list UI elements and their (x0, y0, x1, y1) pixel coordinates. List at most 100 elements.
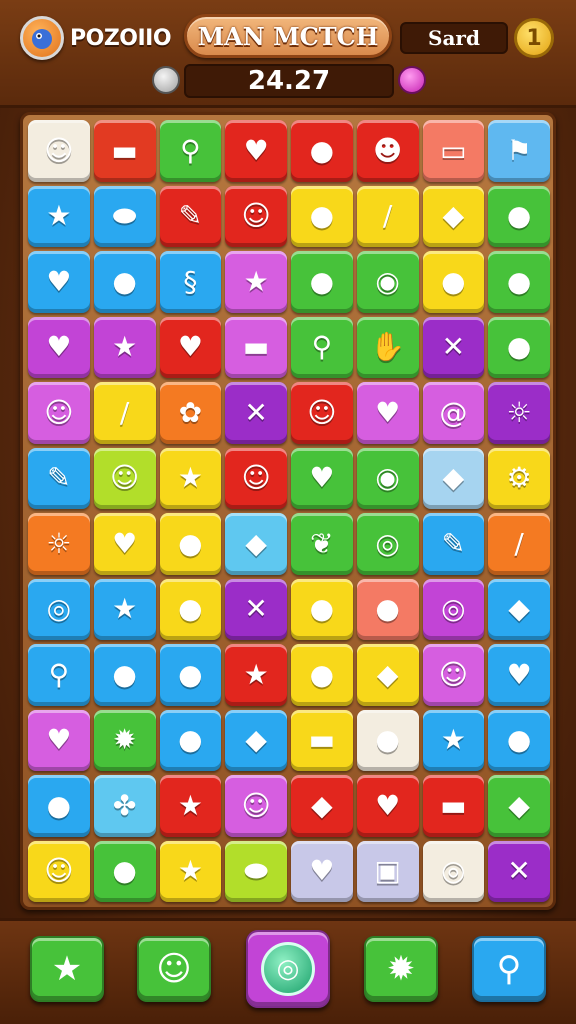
tile-yellow-face[interactable]: ☺ (225, 775, 287, 837)
tile-blue-ring[interactable]: ◎ (422, 578, 485, 640)
tile-red-face[interactable]: ☻ (356, 120, 419, 182)
tile-red-heart[interactable]: ♥ (28, 709, 90, 771)
tile-green-lollipop[interactable]: ⚲ (28, 644, 90, 706)
tile-yellow-blob[interactable]: ● (488, 316, 550, 378)
tile-purple-drop[interactable]: ● (291, 185, 353, 247)
tile-orange-heart[interactable]: ♥ (488, 644, 550, 706)
tile-yellow-diamond[interactable]: ◆ (488, 775, 550, 837)
tile-leaf-lolly[interactable]: ✿ (159, 382, 222, 444)
tile-red-star[interactable]: ★ (159, 840, 222, 902)
tile-purple-candy[interactable]: ✤ (93, 775, 156, 837)
tile-blue-bar[interactable]: ▬ (225, 316, 287, 378)
tile-blue-apple[interactable]: ● (93, 840, 156, 902)
tile-purple-blob[interactable]: ● (159, 644, 222, 706)
tile-green-star[interactable]: ★ (93, 578, 156, 640)
tile-yellow-hand[interactable]: ✋ (356, 316, 419, 378)
tile-yellow-face[interactable]: ☺ (28, 382, 90, 444)
tile-white-egg[interactable]: ● (291, 644, 353, 706)
tile-purple-heart[interactable]: ♥ (291, 840, 353, 902)
tile-yellow-star[interactable]: ★ (28, 185, 90, 247)
tile-purple-blob[interactable]: ● (159, 709, 222, 771)
player-avatar[interactable] (20, 16, 64, 60)
tile-face[interactable]: ☺ (93, 447, 156, 509)
tile-orange-fruit[interactable]: ● (93, 251, 156, 313)
tile-x-mark[interactable]: ✕ (225, 578, 287, 640)
tile-green-creature[interactable]: ◉ (356, 251, 419, 313)
tile-swords[interactable]: ✕ (488, 840, 550, 902)
tile-yellow-face[interactable]: ☺ (225, 185, 287, 247)
tile-cherries[interactable]: ● (488, 251, 550, 313)
tile-pencil[interactable]: ✎ (422, 513, 485, 575)
tile-orange-heart[interactable]: ♥ (28, 251, 90, 313)
tile-red-apple[interactable]: ● (488, 709, 550, 771)
tile-gear[interactable]: ⚙ (488, 447, 550, 509)
tile-red-fruit[interactable]: ● (291, 120, 353, 182)
tile-pink-bean[interactable]: ● (291, 578, 353, 640)
tile-sun[interactable]: ☼ (28, 513, 90, 575)
tile-tape[interactable]: ▭ (422, 120, 485, 182)
tile-yellow-fruit[interactable]: ● (488, 185, 550, 247)
tile-green-leaf[interactable]: ★ (159, 775, 222, 837)
tile-blue-stick[interactable]: ▬ (422, 775, 485, 837)
tile-blue-stick[interactable]: / (488, 513, 550, 575)
tile-red-pepper[interactable]: ● (422, 251, 485, 313)
tile-green-star[interactable]: ★ (422, 709, 485, 771)
tile-magnifier[interactable]: ⚲ (159, 120, 222, 182)
tile-blue-heart[interactable]: ◆ (225, 513, 287, 575)
tile-blue-shape[interactable]: ◆ (422, 185, 485, 247)
tile-purple-heart[interactable]: ♥ (356, 382, 419, 444)
splat-powerup-button[interactable]: ✹ (364, 936, 438, 1002)
tile-yellow-heart[interactable]: ♥ (356, 775, 419, 837)
tile-flag[interactable]: ⚑ (488, 120, 550, 182)
tile-blue-crystal[interactable]: ◆ (291, 775, 353, 837)
tile-pink-blob[interactable]: ● (159, 578, 222, 640)
tile-blue-pill[interactable]: ⬬ (225, 840, 287, 902)
tile-leaf[interactable]: ❦ (291, 513, 353, 575)
tile-yellow-cheese[interactable]: ◆ (225, 709, 287, 771)
tile-pencil[interactable]: ✎ (159, 185, 222, 247)
tile-yellow-drop[interactable]: ● (356, 578, 419, 640)
tile-x-mark[interactable]: ✕ (422, 316, 485, 378)
tile-purple-heart[interactable]: ♥ (28, 316, 90, 378)
tile-red-star[interactable]: ★ (225, 644, 287, 706)
tile-pencil[interactable]: ✎ (28, 447, 90, 509)
tile-purple-heart[interactable]: ♥ (93, 513, 156, 575)
tile-red-ball[interactable]: ● (93, 644, 156, 706)
tile-eye[interactable]: ◉ (356, 447, 419, 509)
tile-ring[interactable]: ◎ (356, 513, 419, 575)
tile-yellow-face[interactable]: ☺ (28, 840, 90, 902)
star-powerup-button[interactable]: ★ (30, 936, 104, 1002)
tile-pink-star[interactable]: ★ (159, 447, 222, 509)
tile-yellow-drop[interactable]: ◆ (422, 447, 485, 509)
tile-purple-heart[interactable]: ♥ (291, 447, 353, 509)
tile-yellow-face[interactable]: ☺ (225, 447, 287, 509)
tile-red-apple[interactable]: ♥ (225, 120, 287, 182)
tile-yellow-lemon[interactable]: ◆ (488, 578, 550, 640)
tile-purple-swirl[interactable]: ◎ (28, 578, 90, 640)
tile-orange-creature[interactable]: ✹ (93, 709, 156, 771)
tile-red-apple[interactable]: ● (159, 513, 222, 575)
tile-red-apple[interactable]: ● (291, 251, 353, 313)
tile-blue-star[interactable]: ★ (225, 251, 287, 313)
coin-icon[interactable]: 1 (514, 18, 554, 58)
tile-lollipop[interactable]: ⚲ (291, 316, 353, 378)
tile-green-stick[interactable]: / (93, 382, 156, 444)
tile-blue-swirl[interactable]: § (159, 251, 222, 313)
tile-box[interactable]: ▣ (356, 840, 419, 902)
tile-orange-box[interactable]: ▬ (93, 120, 156, 182)
tile-yellow-face[interactable]: ☺ (291, 382, 353, 444)
creature-powerup-button[interactable]: ☺ (137, 936, 211, 1002)
tile-green-ring[interactable]: ◎ (422, 840, 485, 902)
tile-green-ball[interactable]: ● (356, 709, 419, 771)
tile-orange-face[interactable]: ☺ (28, 120, 90, 182)
tile-paper-plane[interactable]: ★ (93, 316, 156, 378)
tile-red-heart[interactable]: ♥ (159, 316, 222, 378)
tile-x-mark[interactable]: ✕ (225, 382, 287, 444)
tile-sun[interactable]: ☼ (488, 382, 550, 444)
tile-green-cube[interactable]: ◆ (356, 644, 419, 706)
tile-yellow-face[interactable]: ☺ (422, 644, 485, 706)
target-powerup-button[interactable]: ◎ (246, 930, 330, 1008)
tile-swirl[interactable]: @ (422, 382, 485, 444)
tile-blue-candy[interactable]: ⬬ (93, 185, 156, 247)
search-powerup-button[interactable]: ⚲ (472, 936, 546, 1002)
